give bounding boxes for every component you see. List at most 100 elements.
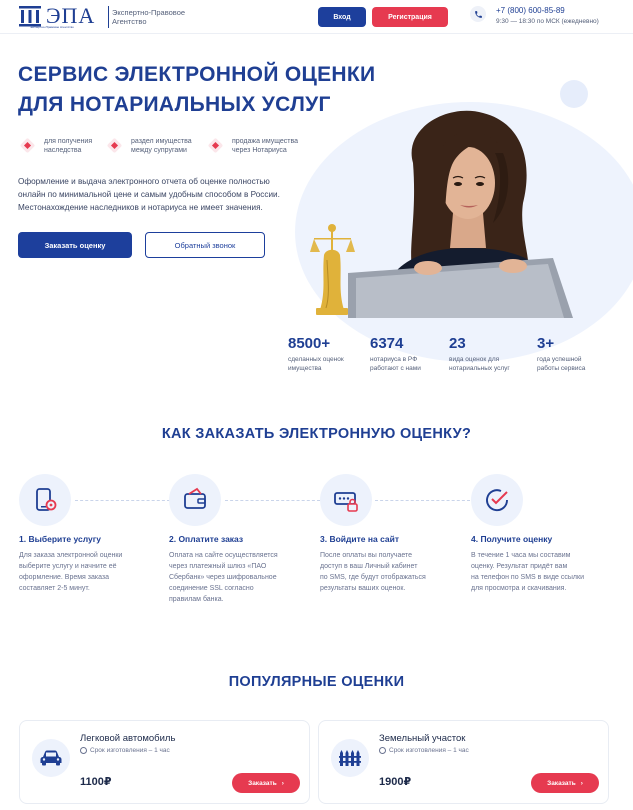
stat-appraisals: 8500+ сделанных оценок имущества — [288, 335, 368, 373]
desc-line: Местонахождение наследников и нотариуса … — [18, 203, 263, 212]
clock-icon — [379, 747, 386, 754]
step-text: соединение SSL согласно — [169, 585, 254, 592]
step-text: оформление. Время заказа — [19, 574, 110, 581]
stat-label: имущества — [288, 365, 322, 372]
feature-line-1: для получения — [44, 138, 93, 145]
stat-label: работают с нами — [370, 365, 421, 372]
callback-button[interactable]: Обратный звонок — [145, 232, 265, 258]
stat-label: сделанных оценок — [288, 356, 344, 363]
stat-label: работы сервиса — [537, 365, 586, 372]
card-term: Срок изготовления – 1 час — [80, 747, 170, 754]
step-text: по SMS, где будут отображаться — [320, 574, 426, 581]
feature-sale: продажа имущества через Нотариуса — [208, 137, 302, 155]
stat-years: 3+ года успешной работы сервиса — [537, 335, 617, 373]
card-title: Земельный участок — [379, 733, 466, 744]
step-text: После оплаты вы получаете — [320, 552, 413, 559]
phone-number[interactable]: +7 (800) 600-85-89 — [496, 6, 565, 15]
stat-number: 23 — [449, 335, 466, 352]
order-car-button[interactable]: Заказать › — [232, 773, 300, 793]
themis-statue-image — [310, 220, 355, 315]
step-text: правилам банка. — [169, 596, 224, 603]
order-land-button[interactable]: Заказать › — [531, 773, 599, 793]
stat-label: года успешной — [537, 356, 582, 363]
step-title: 2. Оплатите заказ — [169, 534, 244, 544]
wallet-icon — [169, 474, 221, 526]
logo[interactable]: ЭПА — [18, 5, 95, 27]
diamond-icon — [208, 138, 224, 154]
password-lock-icon — [320, 474, 372, 526]
stat-number: 3+ — [537, 335, 555, 352]
phone-settings-icon — [19, 474, 71, 526]
step-text: оценку. Результат придёт вам — [471, 563, 568, 570]
feature-line-2: через Нотариуса — [232, 147, 287, 154]
diamond-icon — [107, 138, 123, 154]
step-text: через платежный шлюз «ПАО — [169, 563, 267, 570]
feature-line-2: между супругами — [131, 147, 187, 154]
step-text: для просмотра и скачивания. — [471, 585, 567, 592]
card-term: Срок изготовления – 1 час — [379, 747, 469, 754]
term-text: Срок изготовления – 1 час — [389, 747, 469, 754]
login-button[interactable]: Вход — [318, 7, 366, 27]
site-header: ЭПА Экспертно-Правовое Агентство Эксперт… — [0, 0, 633, 34]
title-line-1: СЕРВИС ЭЛЕКТРОННОЙ ОЦЕНКИ — [18, 63, 376, 86]
stat-number: 8500+ — [288, 335, 331, 352]
diamond-icon — [20, 138, 36, 154]
check-circle-icon — [471, 474, 523, 526]
step-description: После оплаты вы получаете доступ в ваш Л… — [320, 550, 452, 594]
how-to-order-title: КАК ЗАКАЗАТЬ ЭЛЕКТРОННУЮ ОЦЕНКУ? — [161, 426, 472, 442]
logo-columns-icon — [18, 5, 42, 27]
working-hours: 9:30 — 18:30 по МСК (ежедневно) — [496, 18, 599, 25]
term-text: Срок изготовления – 1 час — [90, 747, 170, 754]
step-text: выберите услугу и начните её — [19, 563, 117, 570]
step-connector — [375, 500, 470, 501]
feature-inheritance: для получения наследства — [20, 137, 114, 155]
feature-division: раздел имущества между супругами — [107, 137, 201, 155]
card-price: 1100₽ — [80, 776, 112, 788]
desc-line: Оформление и выдача электронного отчета … — [18, 177, 270, 186]
step-text: Оплата на сайте осуществляется — [169, 552, 278, 559]
step-text: В течение 1 часа мы составим — [471, 552, 571, 559]
stat-types: 23 вида оценок для нотариальных услуг — [449, 335, 529, 373]
step-text: результаты ваших оценок. — [320, 585, 406, 592]
card-title: Легковой автомобиль — [80, 733, 176, 744]
step-text: на телефон по SMS в виде ссылки — [471, 574, 584, 581]
chevron-right-icon: › — [281, 779, 284, 787]
step-description: Для заказа электронной оценки выберите у… — [19, 550, 151, 594]
step-description: В течение 1 часа мы составим оценку. Рез… — [471, 550, 603, 594]
stat-label: нотариуса в РФ — [370, 356, 418, 363]
tagline-line-2: Агентство — [112, 17, 147, 26]
stat-notaries: 6374 нотариуса в РФ работают с нами — [370, 335, 450, 373]
appraisal-card-car[interactable]: Легковой автомобиль Срок изготовления – … — [19, 720, 310, 804]
tagline-line-1: Экспертно-Правовое — [112, 8, 186, 17]
stat-label: нотариальных услуг — [449, 365, 510, 372]
logo-subtext: Экспертно-Правовое Агентство — [30, 25, 74, 29]
step-title: 4. Получите оценку — [471, 534, 553, 544]
button-label: Заказать — [547, 779, 576, 787]
feature-line-1: раздел имущества — [131, 138, 192, 145]
popular-title: ПОПУЛЯРНЫЕ ОЦЕНКИ — [228, 674, 405, 690]
step-description: Оплата на сайте осуществляется через пла… — [169, 550, 301, 605]
step-connector — [75, 500, 170, 501]
step-text: доступ в ваш Личный кабинет — [320, 563, 418, 570]
step-text: составляет 2-5 минут. — [19, 585, 90, 592]
order-appraisal-button[interactable]: Заказать оценку — [18, 232, 132, 258]
step-title: 1. Выберите услугу — [19, 534, 102, 544]
desc-line: онлайн по минимальной цене и самым удобн… — [18, 190, 280, 199]
stat-number: 6374 — [370, 335, 404, 352]
logo-divider — [108, 6, 109, 28]
feature-line-2: наследства — [44, 147, 82, 154]
step-connector — [225, 500, 320, 501]
car-icon — [32, 739, 70, 777]
button-label: Заказать — [248, 779, 277, 787]
fence-icon — [331, 739, 369, 777]
step-title: 3. Войдите на сайт — [320, 534, 400, 544]
appraisal-card-land[interactable]: Земельный участок Срок изготовления – 1 … — [318, 720, 609, 804]
hero-description: Оформление и выдача электронного отчета … — [18, 175, 318, 214]
phone-icon — [470, 6, 486, 22]
step-text: Сбербанк» через шифровальное — [169, 574, 277, 581]
register-button[interactable]: Регистрация — [372, 7, 448, 27]
decor-circle — [560, 80, 588, 108]
logo-text: ЭПА — [46, 3, 96, 28]
chevron-right-icon: › — [580, 779, 583, 787]
logo-tagline: Экспертно-Правовое Агентство — [112, 8, 192, 26]
